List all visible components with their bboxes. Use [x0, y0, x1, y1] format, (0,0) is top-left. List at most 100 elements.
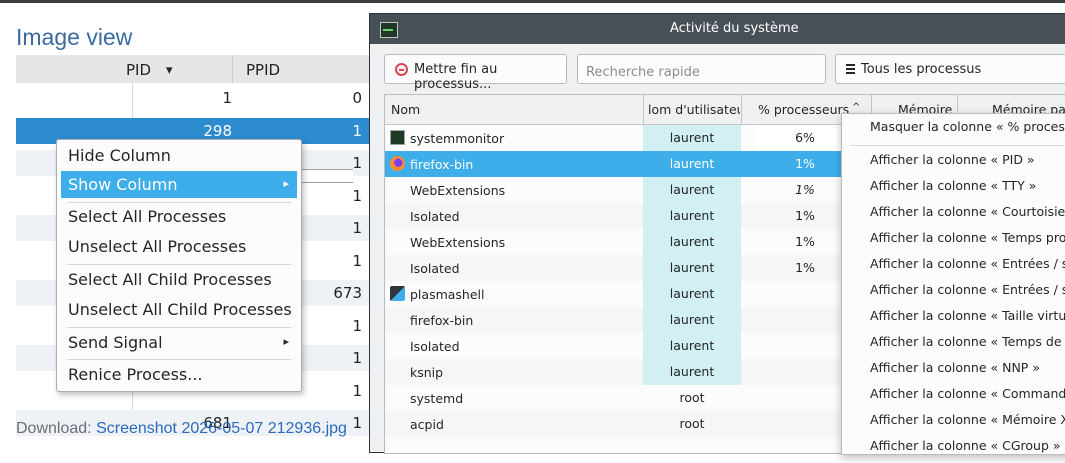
- window-titlebar[interactable]: Activité du système: [370, 14, 1065, 44]
- process-cpu: [755, 281, 855, 307]
- select-all-child-processes-item[interactable]: Select All Child Processes: [61, 266, 297, 293]
- process-cpu: [755, 333, 855, 359]
- menu-item-label: Afficher la colonne « TTY »: [870, 178, 1037, 193]
- show-column-item[interactable]: Afficher la colonne « PID »: [842, 147, 1065, 173]
- quick-search-input[interactable]: [577, 54, 826, 84]
- window-title: Activité du système: [670, 21, 799, 36]
- end-process-label: Mettre fin au processus...: [414, 62, 498, 92]
- download-line: Download: Screenshot 2026-05-07 212936.j…: [16, 420, 347, 438]
- process-user: laurent: [643, 125, 741, 151]
- send-signal-item[interactable]: Send Signal ▸: [61, 329, 297, 356]
- menu-item-label: Afficher la colonne « Taille virtuell: [870, 308, 1065, 323]
- process-cpu: [755, 359, 855, 385]
- show-column-item[interactable]: Afficher la colonne « CGroup »: [842, 433, 1065, 454]
- menu-item-label: Unselect All Child Processes: [68, 300, 292, 319]
- menu-item-label: Afficher la colonne « PID »: [870, 152, 1035, 167]
- process-name: Isolated: [410, 339, 460, 354]
- table-header: PID ▾ PPID: [16, 55, 376, 83]
- process-user: laurent: [643, 307, 741, 333]
- user-column-header[interactable]: lom d'utilisateu: [644, 95, 740, 124]
- select-all-processes-item[interactable]: Select All Processes: [61, 203, 297, 230]
- show-column-item[interactable]: Afficher la colonne « Taille virtuell: [842, 303, 1065, 329]
- pid-cell: 1: [222, 89, 232, 107]
- process-name: plasmashell: [410, 287, 485, 302]
- process-context-menu: Hide Column Show Column ▸ Select All Pro…: [56, 139, 302, 392]
- column-label: Nom: [391, 102, 421, 117]
- system-monitor-app-icon: [380, 22, 398, 38]
- menu-item-label: Unselect All Processes: [68, 237, 247, 256]
- process-name: WebExtensions: [410, 183, 506, 198]
- process-name: firefox-bin: [410, 157, 474, 172]
- sort-ascending-icon: ^: [852, 102, 861, 113]
- menu-item-label: Afficher la colonne « Mémoire X1: [870, 412, 1065, 427]
- submenu-arrow-icon: ▸: [283, 335, 289, 348]
- download-label: Download:: [16, 420, 92, 437]
- pid-column-header[interactable]: PID: [126, 61, 151, 79]
- process-cpu: 6%: [755, 125, 855, 151]
- column-label: % processeurs: [758, 102, 850, 117]
- show-column-item[interactable]: Afficher la colonne « Mémoire X1: [842, 407, 1065, 433]
- process-cpu: 1%: [795, 260, 815, 275]
- header-divider: [232, 55, 233, 83]
- hide-column-item[interactable]: Hide Column: [61, 142, 297, 169]
- show-column-item[interactable]: Afficher la colonne « Entrées / sor: [842, 251, 1065, 277]
- end-process-button[interactable]: Mettre fin au processus...: [384, 54, 567, 92]
- submenu-arrow-icon: ▸: [283, 177, 289, 190]
- menu-item-label: Show Column: [68, 175, 178, 194]
- process-name: firefox-bin: [410, 313, 474, 328]
- show-column-item[interactable]: Afficher la colonne « Temps proce: [842, 225, 1065, 251]
- menu-item-label: Afficher la colonne « Entrées / sor: [870, 282, 1065, 297]
- process-cpu: 1%: [795, 182, 815, 197]
- renice-process-item[interactable]: Renice Process...: [61, 361, 297, 388]
- process-user: laurent: [643, 177, 741, 203]
- table-row[interactable]: 10: [16, 85, 376, 111]
- menu-separator: [67, 264, 291, 265]
- show-column-item[interactable]: Afficher la colonne « Courtoisie »: [842, 199, 1065, 225]
- process-cpu: [755, 437, 855, 463]
- process-user: laurent: [643, 281, 741, 307]
- process-filter-combo[interactable]: Tous les processus: [835, 54, 1065, 84]
- toolbar: Mettre fin au processus... Tous les proc…: [370, 44, 1065, 92]
- process-name: ksnip: [410, 365, 444, 380]
- menu-item-label: Renice Process...: [68, 365, 203, 384]
- process-cpu: 1%: [795, 234, 815, 249]
- menu-item-label: Afficher la colonne « Temps de dé: [870, 334, 1065, 349]
- show-column-item[interactable]: Show Column ▸: [61, 171, 297, 198]
- show-column-item[interactable]: Afficher la colonne « NNP »: [842, 355, 1065, 381]
- menu-item-label: Select All Child Processes: [68, 270, 272, 289]
- process-user: laurent: [643, 333, 741, 359]
- process-user: laurent: [643, 255, 741, 281]
- unselect-all-processes-item[interactable]: Unselect All Processes: [61, 233, 297, 260]
- show-column-item[interactable]: Afficher la colonne « Commande: [842, 381, 1065, 407]
- show-column-item[interactable]: Afficher la colonne « TTY »: [842, 173, 1065, 199]
- name-column-header[interactable]: Nom: [385, 95, 643, 124]
- ppid-column-header[interactable]: PPID: [246, 61, 280, 79]
- list-icon: [846, 64, 855, 75]
- pid-cell: 298: [203, 121, 232, 140]
- process-name: WebExtensions: [410, 235, 506, 250]
- hide-cpu-column-item[interactable]: Masquer la colonne « % processe: [842, 114, 1065, 140]
- ppid-cell: 0: [352, 89, 362, 107]
- menu-item-label: Afficher la colonne « Courtoisie »: [870, 204, 1065, 219]
- stop-icon: [395, 63, 408, 76]
- menu-item-label: Send Signal: [68, 333, 163, 352]
- process-name: systemmonitor: [410, 131, 505, 146]
- menu-item-label: Select All Processes: [68, 207, 227, 226]
- process-user: laurent: [643, 359, 741, 385]
- menu-item-label: Masquer la colonne « % processe: [870, 119, 1065, 134]
- top-rule: [0, 0, 1065, 3]
- column-context-menu: Masquer la colonne « % processe Afficher…: [841, 113, 1065, 455]
- unselect-all-child-processes-item[interactable]: Unselect All Child Processes: [61, 296, 297, 323]
- system-monitor-icon: [390, 130, 405, 145]
- menu-separator: [67, 327, 291, 328]
- show-column-item[interactable]: Afficher la colonne « Entrées / sor: [842, 277, 1065, 303]
- process-user: laurent: [643, 151, 741, 177]
- download-link[interactable]: Screenshot 2026-05-07 212936.jpg: [96, 420, 347, 437]
- show-column-item[interactable]: Afficher la colonne « Temps de dé: [842, 329, 1065, 355]
- submenu-connector: [300, 169, 353, 183]
- process-user: laurent: [643, 229, 741, 255]
- plasma-icon: [390, 286, 405, 301]
- process-user: laurent: [643, 203, 741, 229]
- menu-item-label: Afficher la colonne « Commande: [870, 386, 1065, 401]
- process-name: acpid: [410, 417, 444, 432]
